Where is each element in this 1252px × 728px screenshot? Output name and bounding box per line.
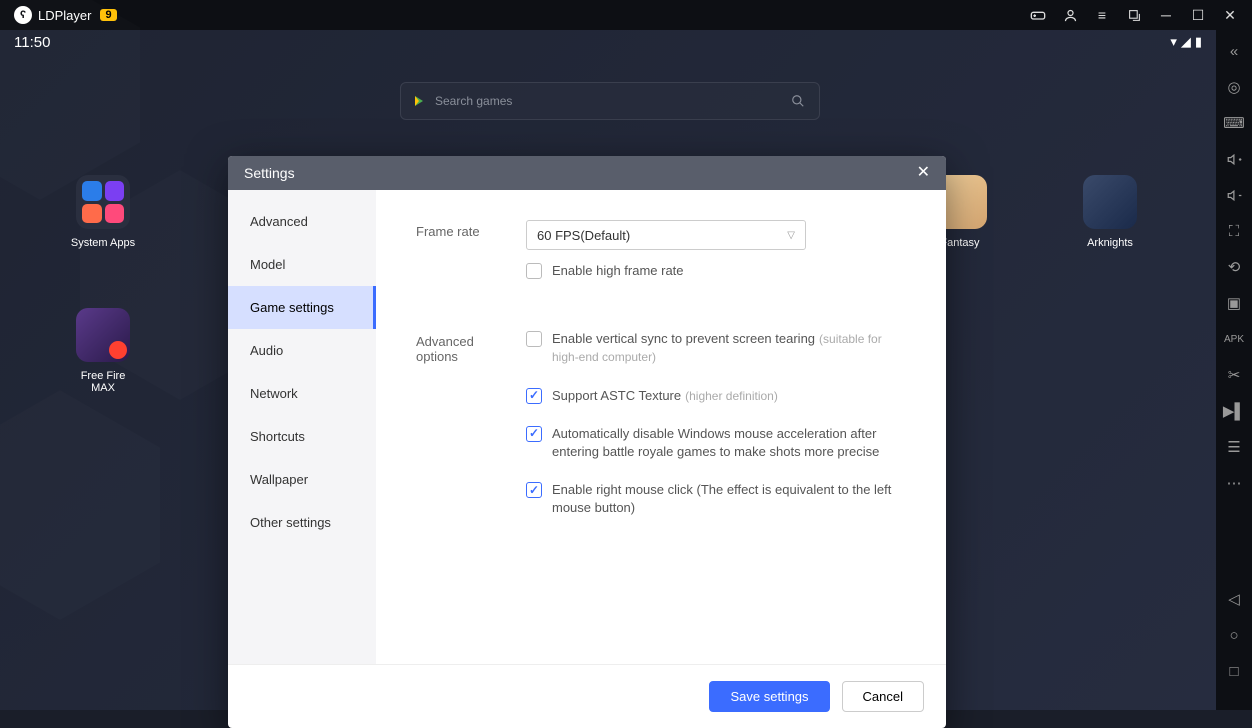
keyboard-icon[interactable]: ⌨ <box>1225 114 1243 132</box>
chevron-down-icon: ▽ <box>787 230 795 241</box>
search-placeholder: Search games <box>435 94 779 108</box>
app-label: Arknights <box>1075 237 1145 249</box>
mouse-accel-label: Automatically disable Windows mouse acce… <box>552 425 906 461</box>
search-box[interactable]: Search games <box>400 82 820 120</box>
menu-icon[interactable]: ≡ <box>1094 7 1110 23</box>
high-framerate-label: Enable high frame rate <box>552 262 684 280</box>
volume-up-icon[interactable] <box>1225 150 1243 168</box>
desktop-app-freefire[interactable]: Free Fire MAX <box>68 308 138 394</box>
sidebar-item-advanced[interactable]: Advanced <box>228 200 376 243</box>
dialog-header: Settings ✕ <box>228 156 946 190</box>
astc-label: Support ASTC Texture(higher definition) <box>552 387 778 405</box>
fullscreen-icon[interactable]: ⛶ <box>1225 222 1243 240</box>
right-click-label: Enable right mouse click (The effect is … <box>552 481 906 517</box>
dialog-close-icon[interactable]: ✕ <box>917 165 930 181</box>
settings-sidebar: Advanced Model Game settings Audio Netwo… <box>228 190 376 664</box>
desktop-app-system[interactable]: System Apps <box>68 175 138 249</box>
volume-down-icon[interactable] <box>1225 186 1243 204</box>
frame-rate-value: 60 FPS(Default) <box>537 228 630 243</box>
battery-icon: ▮ <box>1195 34 1202 50</box>
emulator-toolbar: « ◎ ⌨ ⛶ ⟲ ▣ APK ✂ ▶▌ ☰ ⋯ ◁ ○ □ <box>1216 30 1252 710</box>
multi-instance-icon[interactable]: ▣ <box>1225 294 1243 312</box>
sidebar-item-network[interactable]: Network <box>228 372 376 415</box>
astc-checkbox[interactable] <box>526 388 542 404</box>
mouse-accel-checkbox[interactable] <box>526 426 542 442</box>
frame-rate-label: Frame rate <box>416 220 496 280</box>
user-icon[interactable] <box>1062 7 1078 23</box>
right-click-checkbox[interactable] <box>526 482 542 498</box>
dialog-footer: Save settings Cancel <box>228 664 946 728</box>
advanced-options-label: Advanced options <box>416 330 496 517</box>
save-button[interactable]: Save settings <box>709 681 829 712</box>
sidebar-item-other[interactable]: Other settings <box>228 501 376 544</box>
apk-icon[interactable]: APK <box>1225 330 1243 348</box>
dialog-title: Settings <box>244 165 295 181</box>
maximize-icon[interactable]: ☐ <box>1190 7 1206 23</box>
operation-record-icon[interactable]: ☰ <box>1225 438 1243 456</box>
home-icon[interactable]: ○ <box>1225 626 1243 644</box>
close-icon[interactable]: ✕ <box>1222 7 1238 23</box>
play-store-icon <box>415 96 423 106</box>
more-icon[interactable]: ⋯ <box>1225 474 1243 492</box>
minimize-icon[interactable]: ─ <box>1158 7 1174 23</box>
sidebar-item-game-settings[interactable]: Game settings <box>228 286 376 329</box>
screenshot-icon[interactable]: ✂ <box>1225 366 1243 384</box>
locate-icon[interactable]: ◎ <box>1225 78 1243 96</box>
android-statusbar: 11:50 ▾ ◢ ▮ <box>0 30 1216 54</box>
titlebar: ʕ LDPlayer 9 ≡ ─ ☐ ✕ <box>0 0 1252 30</box>
settings-dialog: Settings ✕ Advanced Model Game settings … <box>228 156 946 728</box>
gamepad-icon[interactable] <box>1030 7 1046 23</box>
app-label: Free Fire MAX <box>68 370 138 394</box>
sidebar-item-shortcuts[interactable]: Shortcuts <box>228 415 376 458</box>
search-icon <box>791 94 805 108</box>
sync-icon[interactable]: ⟲ <box>1225 258 1243 276</box>
high-framerate-checkbox[interactable] <box>526 263 542 279</box>
emulator-screen: 11:50 ▾ ◢ ▮ Search games System Apps Fre… <box>0 30 1216 710</box>
cancel-button[interactable]: Cancel <box>842 681 924 712</box>
signal-icon: ◢ <box>1181 34 1191 50</box>
back-icon[interactable]: ◁ <box>1225 590 1243 608</box>
app-label: System Apps <box>68 237 138 249</box>
collapse-icon[interactable]: « <box>1225 42 1243 60</box>
vsync-checkbox[interactable] <box>526 331 542 347</box>
sidebar-item-audio[interactable]: Audio <box>228 329 376 372</box>
frame-rate-select[interactable]: 60 FPS(Default) ▽ <box>526 220 806 250</box>
settings-panel: Frame rate 60 FPS(Default) ▽ Enable high… <box>376 190 946 664</box>
vsync-label: Enable vertical sync to prevent screen t… <box>552 330 906 366</box>
popup-icon[interactable] <box>1126 7 1142 23</box>
recents-icon[interactable]: □ <box>1225 662 1243 680</box>
desktop-app-arknights[interactable]: Arknights <box>1075 175 1145 249</box>
sidebar-item-model[interactable]: Model <box>228 243 376 286</box>
wifi-icon: ▾ <box>1170 34 1177 50</box>
record-icon[interactable]: ▶▌ <box>1225 402 1243 420</box>
sidebar-item-wallpaper[interactable]: Wallpaper <box>228 458 376 501</box>
